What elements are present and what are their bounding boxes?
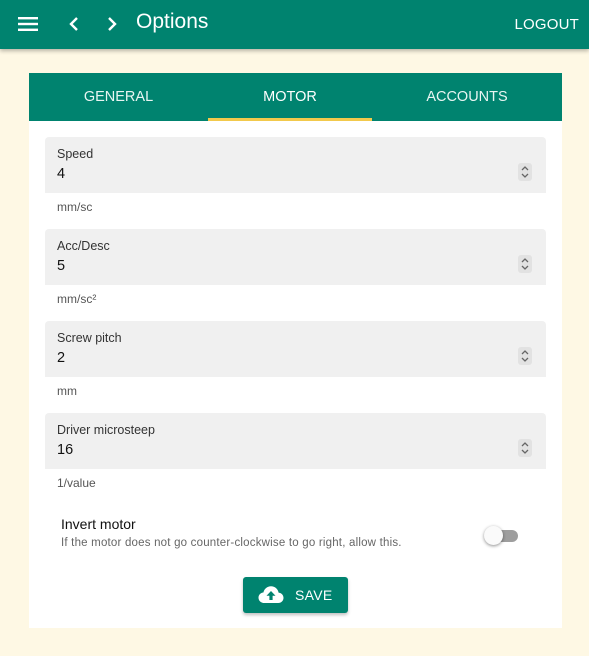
app-bar: Options LOGOUT: [0, 0, 589, 49]
screw-pitch-field[interactable]: Screw pitch 2: [45, 321, 546, 377]
menu-icon: [18, 17, 38, 31]
speed-input[interactable]: 4: [57, 166, 65, 182]
driver-microsteep-label: Driver microsteep: [57, 423, 155, 437]
screw-pitch-hint: mm: [57, 384, 77, 398]
acc-desc-hint: mm/sc²: [57, 292, 97, 306]
tab-accounts[interactable]: ACCOUNTS: [372, 73, 562, 121]
speed-field[interactable]: Speed 4: [45, 137, 546, 193]
driver-microsteep-field[interactable]: Driver microsteep 16: [45, 413, 546, 469]
stepper-icon: [521, 442, 529, 454]
invert-motor-description: If the motor does not go counter-clockwi…: [61, 537, 402, 549]
speed-label: Speed: [57, 147, 94, 161]
stepper-icon: [521, 258, 529, 270]
save-button[interactable]: SAVE: [243, 577, 348, 613]
driver-microsteep-hint: 1/value: [57, 476, 96, 490]
acc-desc-label: Acc/Desc: [57, 239, 110, 253]
invert-motor-title: Invert motor: [61, 516, 136, 532]
driver-microsteep-input[interactable]: 16: [57, 442, 73, 458]
screw-pitch-input[interactable]: 2: [57, 350, 65, 366]
acc-desc-stepper[interactable]: [518, 255, 532, 273]
speed-stepper[interactable]: [518, 163, 532, 181]
chevron-left-icon: [69, 17, 78, 31]
forward-button[interactable]: [100, 12, 124, 36]
toggle-thumb: [484, 526, 503, 545]
screw-pitch-stepper[interactable]: [518, 347, 532, 365]
menu-button[interactable]: [14, 12, 42, 36]
back-button[interactable]: [62, 12, 86, 36]
options-card: GENERAL MOTOR ACCOUNTS Speed 4 mm/sc Acc…: [29, 73, 562, 628]
speed-hint: mm/sc: [57, 200, 93, 214]
acc-desc-field[interactable]: Acc/Desc 5: [45, 229, 546, 285]
stepper-icon: [521, 350, 529, 362]
screw-pitch-label: Screw pitch: [57, 331, 122, 345]
driver-microsteep-stepper[interactable]: [518, 439, 532, 457]
logout-button[interactable]: LOGOUT: [514, 16, 579, 33]
cloud-upload-icon: [258, 586, 284, 603]
tab-motor[interactable]: MOTOR: [208, 73, 372, 121]
save-label: SAVE: [295, 587, 333, 603]
page-title: Options: [136, 10, 209, 33]
stepper-icon: [521, 166, 529, 178]
acc-desc-input[interactable]: 5: [57, 258, 65, 274]
tab-bar: GENERAL MOTOR ACCOUNTS: [29, 73, 562, 121]
chevron-right-icon: [108, 17, 117, 31]
invert-motor-toggle[interactable]: [484, 525, 520, 545]
tab-general[interactable]: GENERAL: [29, 73, 208, 121]
